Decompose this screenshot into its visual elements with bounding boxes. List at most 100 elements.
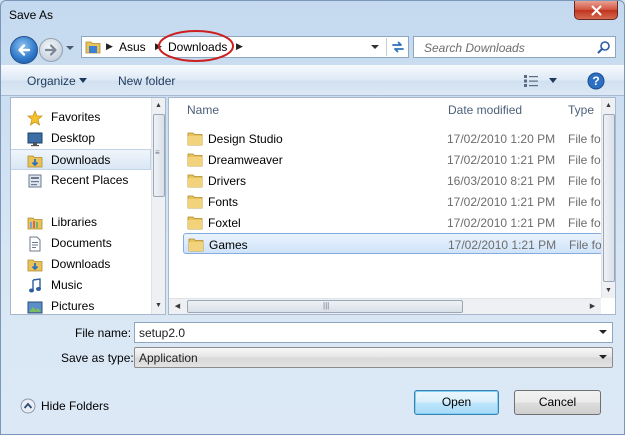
documents-icon: [29, 236, 41, 252]
nav-item-recent-places[interactable]: Recent Places: [11, 170, 151, 191]
file-date: 17/02/2010 1:21 PM: [447, 216, 556, 230]
downloads-folder-icon: [27, 155, 43, 168]
save-as-type-select[interactable]: Application: [134, 347, 613, 368]
recent-pages-dropdown-icon[interactable]: [65, 43, 75, 53]
file-name-field[interactable]: setup2.0: [134, 322, 613, 343]
file-list: Name Date modified Type Design Studio 17…: [168, 97, 616, 315]
nav-libraries-label: Libraries: [51, 215, 98, 229]
file-name-value[interactable]: setup2.0: [139, 326, 185, 340]
file-row[interactable]: Dreamweaver 17/02/2010 1:21 PM File fold…: [183, 149, 615, 170]
desktop-icon: [27, 132, 43, 147]
close-button[interactable]: [574, 1, 618, 20]
scroll-right-icon[interactable]: ▶: [586, 300, 599, 313]
title-bar: Save As: [1, 1, 624, 31]
nav-item-label: Pictures: [51, 299, 95, 313]
column-header-date-modified[interactable]: Date modified: [440, 98, 560, 120]
forward-button[interactable]: [39, 38, 63, 62]
scroll-thumb[interactable]: [603, 114, 615, 282]
nav-item-label: Downloads: [51, 153, 111, 167]
close-icon: [591, 5, 601, 15]
nav-favorites-label: Favorites: [51, 110, 101, 124]
back-button[interactable]: [10, 36, 38, 64]
cancel-button[interactable]: Cancel: [514, 390, 601, 415]
file-date: 17/02/2010 1:21 PM: [447, 153, 556, 167]
organize-button[interactable]: Organize: [27, 74, 76, 88]
help-icon[interactable]: ?: [587, 72, 605, 90]
breadcrumb-separator-icon[interactable]: ▶: [106, 41, 114, 53]
search-placeholder[interactable]: Search Downloads: [424, 41, 525, 55]
search-box[interactable]: Search Downloads: [413, 36, 616, 58]
column-header-type[interactable]: Type: [560, 98, 601, 120]
scroll-down-icon[interactable]: ▼: [152, 299, 165, 312]
nav-item-documents[interactable]: Documents: [11, 233, 151, 254]
file-name: Drivers: [208, 174, 246, 188]
file-list-vertical-scrollbar[interactable]: ▲ ▼: [601, 98, 615, 298]
nav-item-pictures[interactable]: Pictures: [11, 296, 151, 314]
chevron-down-icon[interactable]: [79, 78, 87, 83]
chevron-down-icon[interactable]: [598, 328, 608, 336]
scroll-up-icon[interactable]: ▲: [602, 99, 615, 112]
folder-icon: [187, 153, 203, 167]
scroll-down-icon[interactable]: ▼: [602, 284, 615, 297]
nav-favorites[interactable]: Favorites: [11, 107, 151, 128]
file-row[interactable]: Design Studio 17/02/2010 1:20 PM File fo…: [183, 128, 615, 149]
file-name: Dreamweaver: [208, 153, 283, 167]
search-icon[interactable]: [597, 40, 611, 54]
window-title: Save As: [9, 8, 54, 22]
nav-item-library-downloads[interactable]: Downloads: [11, 254, 151, 275]
chevron-up-circle-icon: [20, 398, 36, 414]
chevron-down-icon[interactable]: [549, 78, 557, 83]
change-view-icon[interactable]: [523, 74, 539, 88]
recent-places-icon: [28, 174, 42, 188]
libraries-icon: [27, 217, 43, 230]
file-row[interactable]: Fonts 17/02/2010 1:21 PM File folder: [183, 191, 615, 212]
nav-item-label: Music: [51, 278, 83, 292]
hide-folders-label: Hide Folders: [41, 399, 110, 413]
refresh-icon: [391, 41, 404, 53]
arrow-left-icon: [18, 44, 31, 56]
navigation-scrollbar[interactable]: ▲ ≡ ▼: [151, 98, 165, 314]
nav-item-desktop[interactable]: Desktop: [11, 128, 151, 149]
save-as-dialog: Save As ▶ Asus ▶ Downloads ▶ Search Down…: [0, 0, 625, 435]
scroll-up-icon[interactable]: ▲: [152, 99, 165, 112]
file-date: 17/02/2010 1:21 PM: [447, 195, 556, 209]
hide-folders-button[interactable]: Hide Folders: [20, 397, 120, 415]
file-list-horizontal-scrollbar[interactable]: ◀ ||| ▶: [169, 298, 601, 314]
file-date: 17/02/2010 1:20 PM: [447, 132, 556, 146]
breadcrumb-asus[interactable]: Asus: [119, 40, 146, 54]
file-row-selected[interactable]: Games 17/02/2010 1:21 PM File folder: [183, 233, 615, 254]
folder-icon: [187, 174, 203, 188]
new-folder-button[interactable]: New folder: [118, 74, 175, 88]
nav-item-music[interactable]: Music: [11, 275, 151, 296]
open-button[interactable]: Open: [414, 390, 499, 415]
breadcrumb-separator-icon[interactable]: ▶: [236, 41, 244, 53]
address-dropdown-icon[interactable]: [368, 40, 382, 54]
star-icon: [27, 110, 43, 126]
folder-icon: [188, 238, 204, 252]
nav-item-label: Desktop: [51, 131, 96, 145]
folder-icon: [187, 216, 203, 230]
file-date: 16/03/2010 8:21 PM: [447, 174, 556, 188]
nav-item-downloads[interactable]: Downloads: [11, 149, 151, 170]
file-row[interactable]: Drivers 16/03/2010 8:21 PM File folder: [183, 170, 615, 191]
column-header-label: Date modified: [448, 103, 523, 117]
highlight-ellipse: [158, 30, 234, 62]
column-header-name[interactable]: Name: [179, 98, 441, 120]
address-bar[interactable]: ▶ Asus ▶ Downloads ▶: [81, 36, 409, 58]
nav-libraries[interactable]: Libraries: [11, 212, 151, 233]
grip-icon: ≡: [155, 148, 160, 157]
save-as-type-value: Application: [139, 351, 198, 365]
chevron-down-icon: [599, 355, 607, 359]
file-name: Games: [209, 238, 248, 252]
pictures-icon: [27, 301, 43, 314]
scroll-left-icon[interactable]: ◀: [171, 300, 184, 313]
refresh-button[interactable]: [386, 38, 408, 56]
music-icon: [29, 278, 41, 293]
folder-icon: [85, 41, 101, 54]
grip-icon: |||: [323, 301, 330, 310]
nav-item-label: Documents: [51, 236, 112, 250]
file-name: Design Studio: [208, 132, 283, 146]
file-date: 17/02/2010 1:21 PM: [448, 238, 557, 252]
file-row[interactable]: Foxtel 17/02/2010 1:21 PM File folder: [183, 212, 615, 233]
navigation-pane: Favorites Desktop Downloads Recent Place…: [10, 97, 166, 315]
